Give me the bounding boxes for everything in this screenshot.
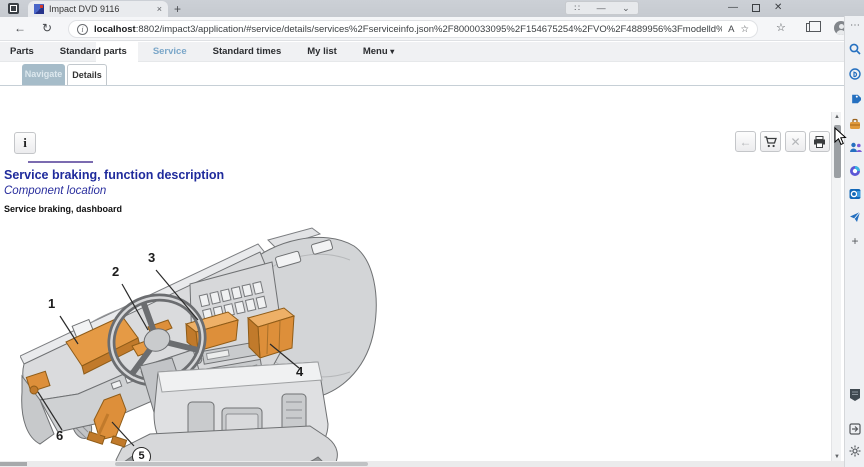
capture-expand-icon[interactable]: ⌄ [622,3,630,14]
tab-actions-icon[interactable] [8,3,19,14]
refresh-icon[interactable]: ↻ [42,21,52,35]
scroll-up-icon[interactable]: ▲ [832,114,842,120]
add-favorite-icon[interactable]: ☆ [776,21,786,34]
dashboard-illustration: 1 2 3 4 5 6 [20,224,380,467]
remove-button[interactable]: ✕ [785,131,806,152]
edge-sidebar: ⋯ + [844,16,864,467]
minimize-button[interactable]: — [728,3,738,13]
browser-window: Impact DVD 9116 × + ∷ — ⌄ — ✕ ← ↻ i loca… [0,0,864,467]
promo-icon[interactable] [848,388,862,402]
menu-item-menu[interactable]: Menu ▾ [363,46,394,57]
section-subtitle: Component location [4,185,106,197]
details-pane: i ← ✕ Se [0,86,844,467]
browser-toolbar: ← ↻ i localhost:8802/impact3/application… [0,17,864,41]
info-icon: i [23,135,27,151]
menu-item-standard-times[interactable]: Standard times [213,46,282,57]
close-button[interactable]: ✕ [774,3,782,13]
close-icon: ✕ [790,135,800,149]
outlook-icon[interactable] [848,187,862,201]
read-aloud-icon[interactable]: A [728,24,734,35]
games-icon[interactable] [848,164,862,178]
callout-2: 2 [112,264,119,279]
menu-item-parts[interactable]: Parts [10,46,34,57]
favorites-icon[interactable]: ☆ [740,24,749,35]
chevron-down-icon: ▾ [390,47,394,56]
address-bar[interactable]: i localhost:8802/impact3/application/#se… [68,20,758,38]
browser-titlebar: Impact DVD 9116 × + ∷ — ⌄ — ✕ [0,0,864,17]
menu-item-standard-parts[interactable]: Standard parts [60,46,127,57]
search-icon[interactable] [848,42,862,56]
impact-app: Parts Standard parts Service Standard ti… [0,42,844,467]
print-button[interactable] [809,131,830,152]
horizontal-scrollbar[interactable] [0,461,844,467]
history-back-button[interactable]: ← [735,131,756,152]
menu-item-service[interactable]: Service [153,46,187,57]
impact-favicon [34,4,44,14]
new-tab-button[interactable]: + [174,2,181,16]
vertical-scrollbar[interactable]: ▲ ▼ [831,112,841,462]
tools-icon[interactable] [848,117,862,131]
horizontal-scrollbar-thumb[interactable] [115,462,368,466]
capture-widget[interactable]: ∷ — ⌄ [565,1,639,15]
add-to-sidebar-icon[interactable]: + [848,234,862,248]
tab-details[interactable]: Details [67,64,107,86]
maximize-button[interactable] [752,4,760,12]
capture-minimize-icon[interactable]: — [597,3,606,13]
callout-1: 1 [48,296,55,311]
add-to-cart-button[interactable] [760,131,781,152]
link-underline-fragment [28,161,93,163]
menu-item-my-list[interactable]: My list [307,46,337,57]
back-icon[interactable]: ← [14,21,26,35]
capture-grid-icon[interactable]: ∷ [574,3,580,14]
exit-sidebar-icon[interactable] [848,422,862,436]
cart-icon [764,136,777,148]
url-text[interactable]: localhost:8802/impact3/application/#serv… [94,24,722,35]
horizontal-scrollbar-segment[interactable] [0,462,27,466]
url-path: :8802/impact3/application/#service/detai… [136,24,722,35]
browser-tab-active[interactable]: Impact DVD 9116 × [28,1,168,17]
more-options-icon[interactable]: ⋯ [848,18,862,32]
page-title: Service braking, function description [4,168,224,182]
shopping-icon[interactable] [848,92,862,106]
site-info-icon[interactable]: i [77,24,88,35]
printer-icon [813,136,826,148]
tab-navigate[interactable]: Navigate [22,64,65,85]
dashboard-drawing [20,224,380,467]
scroll-down-icon[interactable]: ▼ [832,454,842,460]
url-host: localhost [94,24,136,35]
tab-close-icon[interactable]: × [157,5,162,14]
tab-title: Impact DVD 9116 [49,4,152,14]
callout-6: 6 [56,428,63,443]
window-controls: — ✕ [718,0,782,16]
subtab-strip: Navigate Details [0,62,844,86]
info-button[interactable]: i [14,132,36,154]
callout-3: 3 [148,250,155,265]
copilot-icon[interactable] [848,67,862,81]
back-icon: ← [740,135,752,149]
collections-icon[interactable] [806,23,816,32]
mouse-cursor [834,127,847,146]
callout-4: 4 [296,364,303,379]
people-icon[interactable] [848,140,862,154]
figure-caption: Service braking, dashboard [4,204,122,214]
drop-icon[interactable] [848,210,862,224]
settings-gear-icon[interactable] [848,444,862,458]
